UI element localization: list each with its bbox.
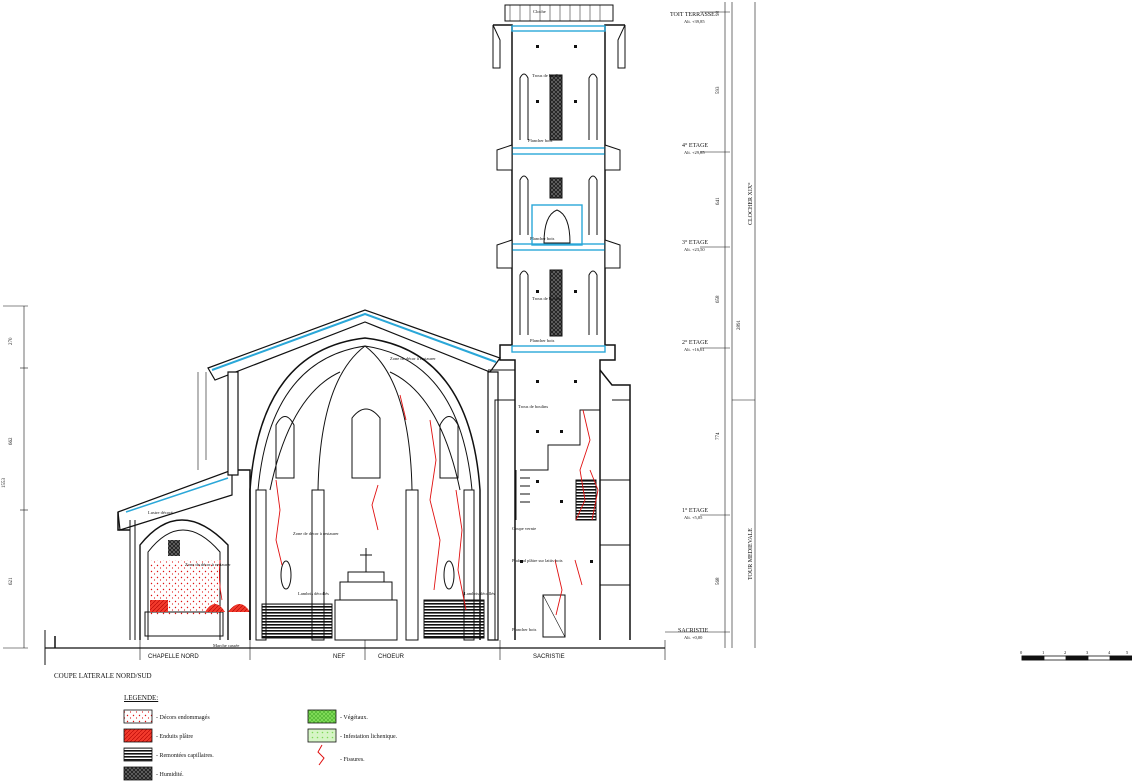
tour-label: TOUR MEDIEVALE [748,528,754,580]
annotation: Zone de décor à restaurer [293,531,339,536]
level-label: 1° ETAGE [682,508,709,514]
clocher-label: CLOCHER XIX° [748,182,754,225]
legend-item: - Décors endommagés [156,715,210,721]
level-alt: Alt. +5,05 [684,515,703,520]
zone-choeur: CHOEUR [378,654,405,660]
level-alt: Alt. +29,85 [684,150,705,155]
tower [488,4,631,640]
legend-item: - Fissures. [340,757,365,763]
dimension-value: 641 [716,197,721,206]
scale-tick: 0 [1020,650,1023,655]
legend-item: - Remontées capillaires. [156,753,214,759]
level-alt: Alt. +0,00 [684,635,703,640]
dimension-value: 1553 [2,478,7,488]
dimension-value: 2891 [737,320,742,330]
level-label: 3° ETAGE [682,240,709,246]
annotation: Lambris décollés [464,591,495,596]
legend-item: - Enduits plâtre [156,734,193,740]
scale-tick: 3 [1086,650,1089,655]
dimension-value: 270 [9,337,14,346]
level-label: SACRISTIE [678,628,709,634]
annotation: Plancher bois [512,627,537,632]
drawing-title: COUPE LATERALE NORD/SUD [54,672,152,680]
legend-item: - Végétaux. [340,715,368,721]
left-dimension-lines [3,305,28,649]
dimension-value: 621 [9,577,14,586]
nave [197,309,501,641]
annotation: Cloche [533,9,546,14]
dimension-value: 658 [716,295,721,304]
annotation: Lustre décoré [148,510,173,515]
annotation: Plafond plâtre sur lattis bois [512,558,563,563]
chapelle-nord [117,469,251,640]
zone-chapelle-nord: CHAPELLE NORD [148,654,199,660]
annotation: Zone de décor à restaurer [390,356,436,361]
annotation: Trous de boulins [518,404,549,409]
scale-tick: 2 [1064,650,1067,655]
legend-item: - Humidité. [156,772,184,778]
dimension-value: 662 [9,437,14,446]
level-label: TOIT TERRASSE [670,12,715,18]
dimension-value: 774 [716,432,721,441]
dimension-value: 593 [716,86,721,95]
section-drawing [3,2,1132,781]
annotation: Trous de boulins [532,73,563,78]
annotation: Trous de boulins [532,296,563,301]
dimension-value: 568 [716,577,721,586]
scale-tick: 4 [1108,650,1111,655]
level-label: 2° ETAGE [682,340,709,346]
scale-tick: 1 [1042,650,1045,655]
zone-nef: NEF [333,654,345,660]
legend-title: LEGENDE: [124,694,159,702]
dimension-value: 98 [716,11,721,16]
level-alt: Alt. +39,85 [684,19,705,24]
scale-tick: 5 [1126,650,1129,655]
annotation: Plancher bois [530,338,555,343]
level-alt: Alt. +16,61 [684,347,705,352]
level-label: 4° ETAGE [682,143,709,149]
annotation: Plancher bois [528,138,553,143]
annotation: Lambris décollés [298,591,329,596]
annotation: Plancher bois [530,236,555,241]
scale-bar [1021,655,1132,661]
level-alt: Alt. +23,50 [684,247,705,252]
zone-sacristie: SACRISTIE [533,654,565,660]
annotation: Marche cassée [213,643,240,648]
legend-item: - Infestation lichenique. [340,734,398,740]
annotation: Zone de décor à restaurer [185,562,231,567]
annotation: Coupe vernie [512,526,537,531]
